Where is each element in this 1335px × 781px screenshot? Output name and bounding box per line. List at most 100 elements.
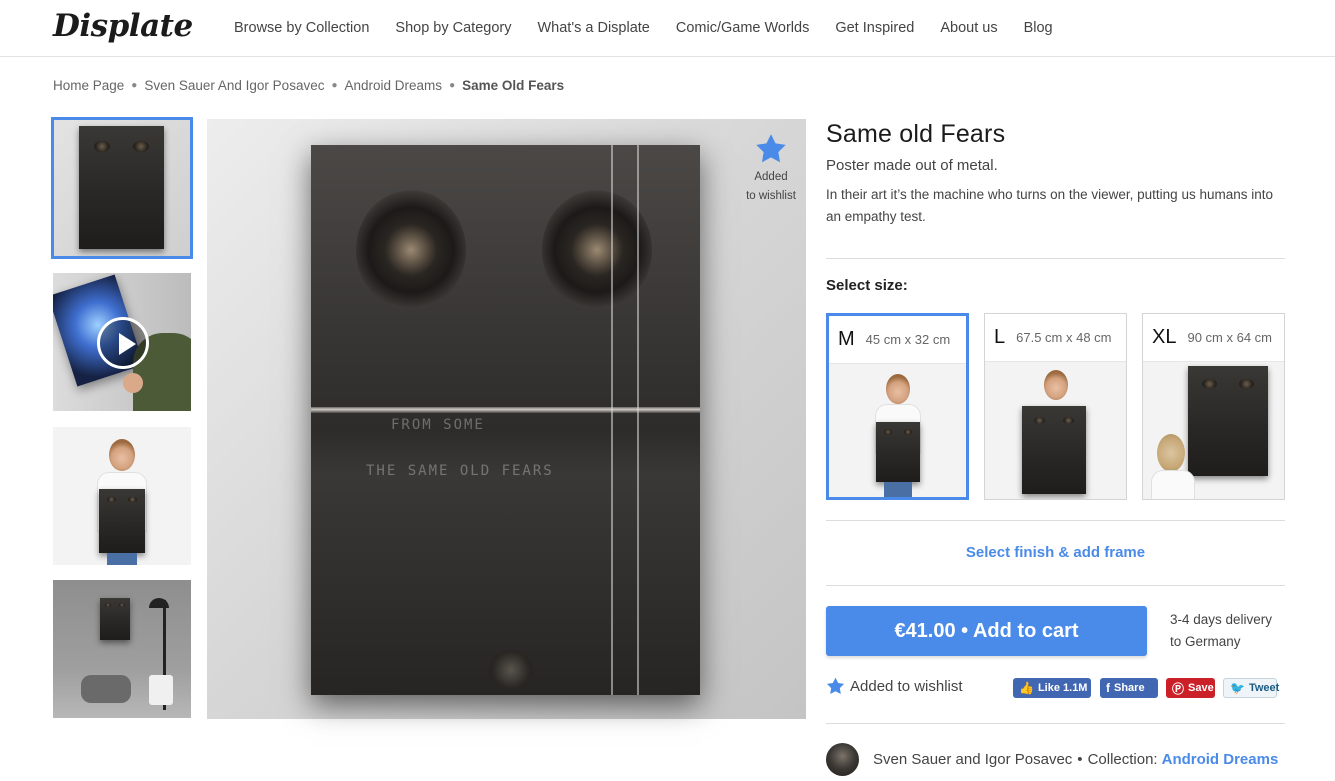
twitter-icon: 🐦: [1230, 681, 1245, 695]
main-nav: Browse by Collection Shop by Category Wh…: [221, 0, 1066, 56]
woman-head-image: [886, 374, 910, 404]
breadcrumb: Home Page ● Sven Sauer And Igor Posavec …: [53, 78, 564, 93]
size-header: M 45 cm x 32 cm: [829, 316, 966, 363]
divider: [826, 520, 1285, 521]
poster-wire: [611, 145, 613, 695]
woman-head-image: [1157, 434, 1185, 472]
wishlist-badge-line2: to wishlist: [746, 190, 796, 202]
size-letter: M: [838, 328, 855, 350]
wishlist-label: Added to wishlist: [850, 677, 963, 695]
size-preview-image: [829, 363, 966, 497]
size-preview-image: [985, 361, 1126, 499]
added-to-wishlist-button[interactable]: Added to wishlist: [826, 677, 963, 695]
delivery-info: 3-4 days delivery to Germany: [1170, 609, 1272, 653]
breadcrumb-collection[interactable]: Android Dreams: [345, 78, 443, 93]
poster-seam: [311, 407, 700, 413]
nav-shop-by-category[interactable]: Shop by Category: [395, 20, 511, 36]
size-dimensions: 45 cm x 32 cm: [865, 332, 951, 347]
avatar[interactable]: [826, 743, 859, 776]
product-title: Same old Fears: [826, 120, 1006, 148]
size-header: L 67.5 cm x 48 cm: [985, 314, 1126, 361]
size-dimensions: 90 cm x 64 cm: [1187, 330, 1272, 345]
thumbnail-poster[interactable]: [51, 117, 193, 259]
breadcrumb-separator: ●: [131, 80, 138, 91]
add-to-cart-button[interactable]: €41.00 • Add to cart: [826, 606, 1147, 656]
breadcrumb-current: Same Old Fears: [462, 78, 565, 93]
poster-left-eye: [356, 190, 466, 310]
size-dimensions: 67.5 cm x 48 cm: [1016, 330, 1112, 345]
woman-head-image: [109, 439, 135, 471]
nav-comic-game-worlds[interactable]: Comic/Game Worlds: [676, 20, 809, 36]
product-description: In their art it’s the machine who turns …: [826, 187, 1273, 224]
nav-blog[interactable]: Blog: [1024, 20, 1053, 36]
woman-head-image: [1044, 370, 1068, 400]
breadcrumb-separator: ●: [449, 80, 456, 91]
facebook-icon: f: [1106, 681, 1110, 695]
product-details: Same old Fears Poster made out of metal.…: [826, 120, 1285, 228]
metal-poster-artwork: THE SAME OLD FEARS FROM SOME: [311, 145, 700, 695]
side-table-image: [149, 675, 173, 705]
facebook-share-button[interactable]: f Share: [1100, 678, 1158, 698]
wishlist-badge[interactable]: Added to wishlist: [741, 133, 801, 206]
size-preview-image: [1143, 361, 1284, 499]
thumbs-up-icon: 👍: [1019, 681, 1034, 695]
poster-right-eye: [542, 190, 652, 310]
thumbnail-video[interactable]: [53, 273, 191, 411]
nav-whats-a-displate[interactable]: What's a Displate: [537, 20, 649, 36]
thumbnail-room[interactable]: [53, 580, 191, 718]
size-option-xl[interactable]: XL 90 cm x 64 cm: [1142, 313, 1285, 500]
twitter-tweet-button[interactable]: 🐦 Tweet: [1223, 678, 1280, 698]
delivery-line1: 3-4 days delivery: [1170, 612, 1273, 627]
size-option-l[interactable]: L 67.5 cm x 48 cm: [984, 313, 1127, 500]
author-name[interactable]: Sven Sauer and Igor Posavec: [873, 751, 1072, 768]
poster-scribble: FROM SOME: [391, 417, 485, 433]
facebook-share-label: Share: [1114, 682, 1145, 694]
breadcrumb-artist[interactable]: Sven Sauer And Igor Posavec: [144, 78, 324, 93]
thumbnail-hand-image: [123, 373, 143, 393]
sofa-image: [81, 675, 131, 703]
select-finish-link[interactable]: Select finish & add frame: [826, 544, 1285, 561]
size-option-m[interactable]: M 45 cm x 32 cm: [826, 313, 969, 500]
breadcrumb-home[interactable]: Home Page: [53, 78, 124, 93]
nav-browse-by-collection[interactable]: Browse by Collection: [234, 20, 369, 36]
wall-poster-image: [1188, 366, 1268, 476]
poster-scribble: THE SAME OLD FEARS: [366, 463, 554, 479]
divider: [826, 585, 1285, 586]
size-letter: XL: [1152, 326, 1177, 348]
site-header: Displate Browse by Collection Shop by Ca…: [0, 0, 1335, 57]
star-icon: [756, 134, 786, 163]
woman-body-image: [1151, 470, 1195, 499]
size-letter: L: [994, 326, 1006, 348]
poster-mouth: [489, 650, 533, 690]
held-poster-image: [876, 422, 920, 482]
bullet-separator: •: [1077, 751, 1083, 768]
thumbnail-poster-image: [79, 126, 164, 249]
play-icon[interactable]: [97, 317, 149, 369]
displate-logo[interactable]: Displate: [53, 8, 193, 44]
woman-legs-image: [884, 482, 912, 497]
poster-wire: [637, 145, 639, 695]
wall-poster-image: [100, 598, 130, 640]
collection-label: Collection:: [1087, 751, 1158, 768]
tweet-label: Tweet: [1248, 682, 1280, 694]
thumbnail-woman-holding[interactable]: [53, 427, 191, 565]
product-subtitle: Poster made out of metal.: [826, 157, 998, 174]
size-header: XL 90 cm x 64 cm: [1143, 314, 1284, 361]
delivery-line2: to Germany: [1170, 634, 1241, 649]
facebook-like-button[interactable]: 👍 Like 1.1M: [1013, 678, 1091, 698]
pinterest-icon: Ⓟ: [1172, 681, 1185, 696]
collection-link[interactable]: Android Dreams: [1162, 751, 1279, 768]
divider: [826, 723, 1285, 724]
nav-about-us[interactable]: About us: [940, 20, 997, 36]
main-product-image[interactable]: THE SAME OLD FEARS FROM SOME Added to wi…: [207, 119, 806, 719]
held-poster-image: [99, 489, 145, 553]
pinterest-save-button[interactable]: Ⓟ Save: [1166, 678, 1215, 698]
select-size-label: Select size:: [826, 277, 908, 294]
held-poster-image: [1022, 406, 1086, 494]
woman-legs-image: [107, 553, 137, 565]
pinterest-save-label: Save: [1188, 682, 1214, 694]
author-row: Sven Sauer and Igor Posavec • Collection…: [826, 743, 1278, 776]
divider: [826, 258, 1285, 259]
facebook-like-label: Like 1.1M: [1037, 682, 1088, 694]
nav-get-inspired[interactable]: Get Inspired: [835, 20, 914, 36]
